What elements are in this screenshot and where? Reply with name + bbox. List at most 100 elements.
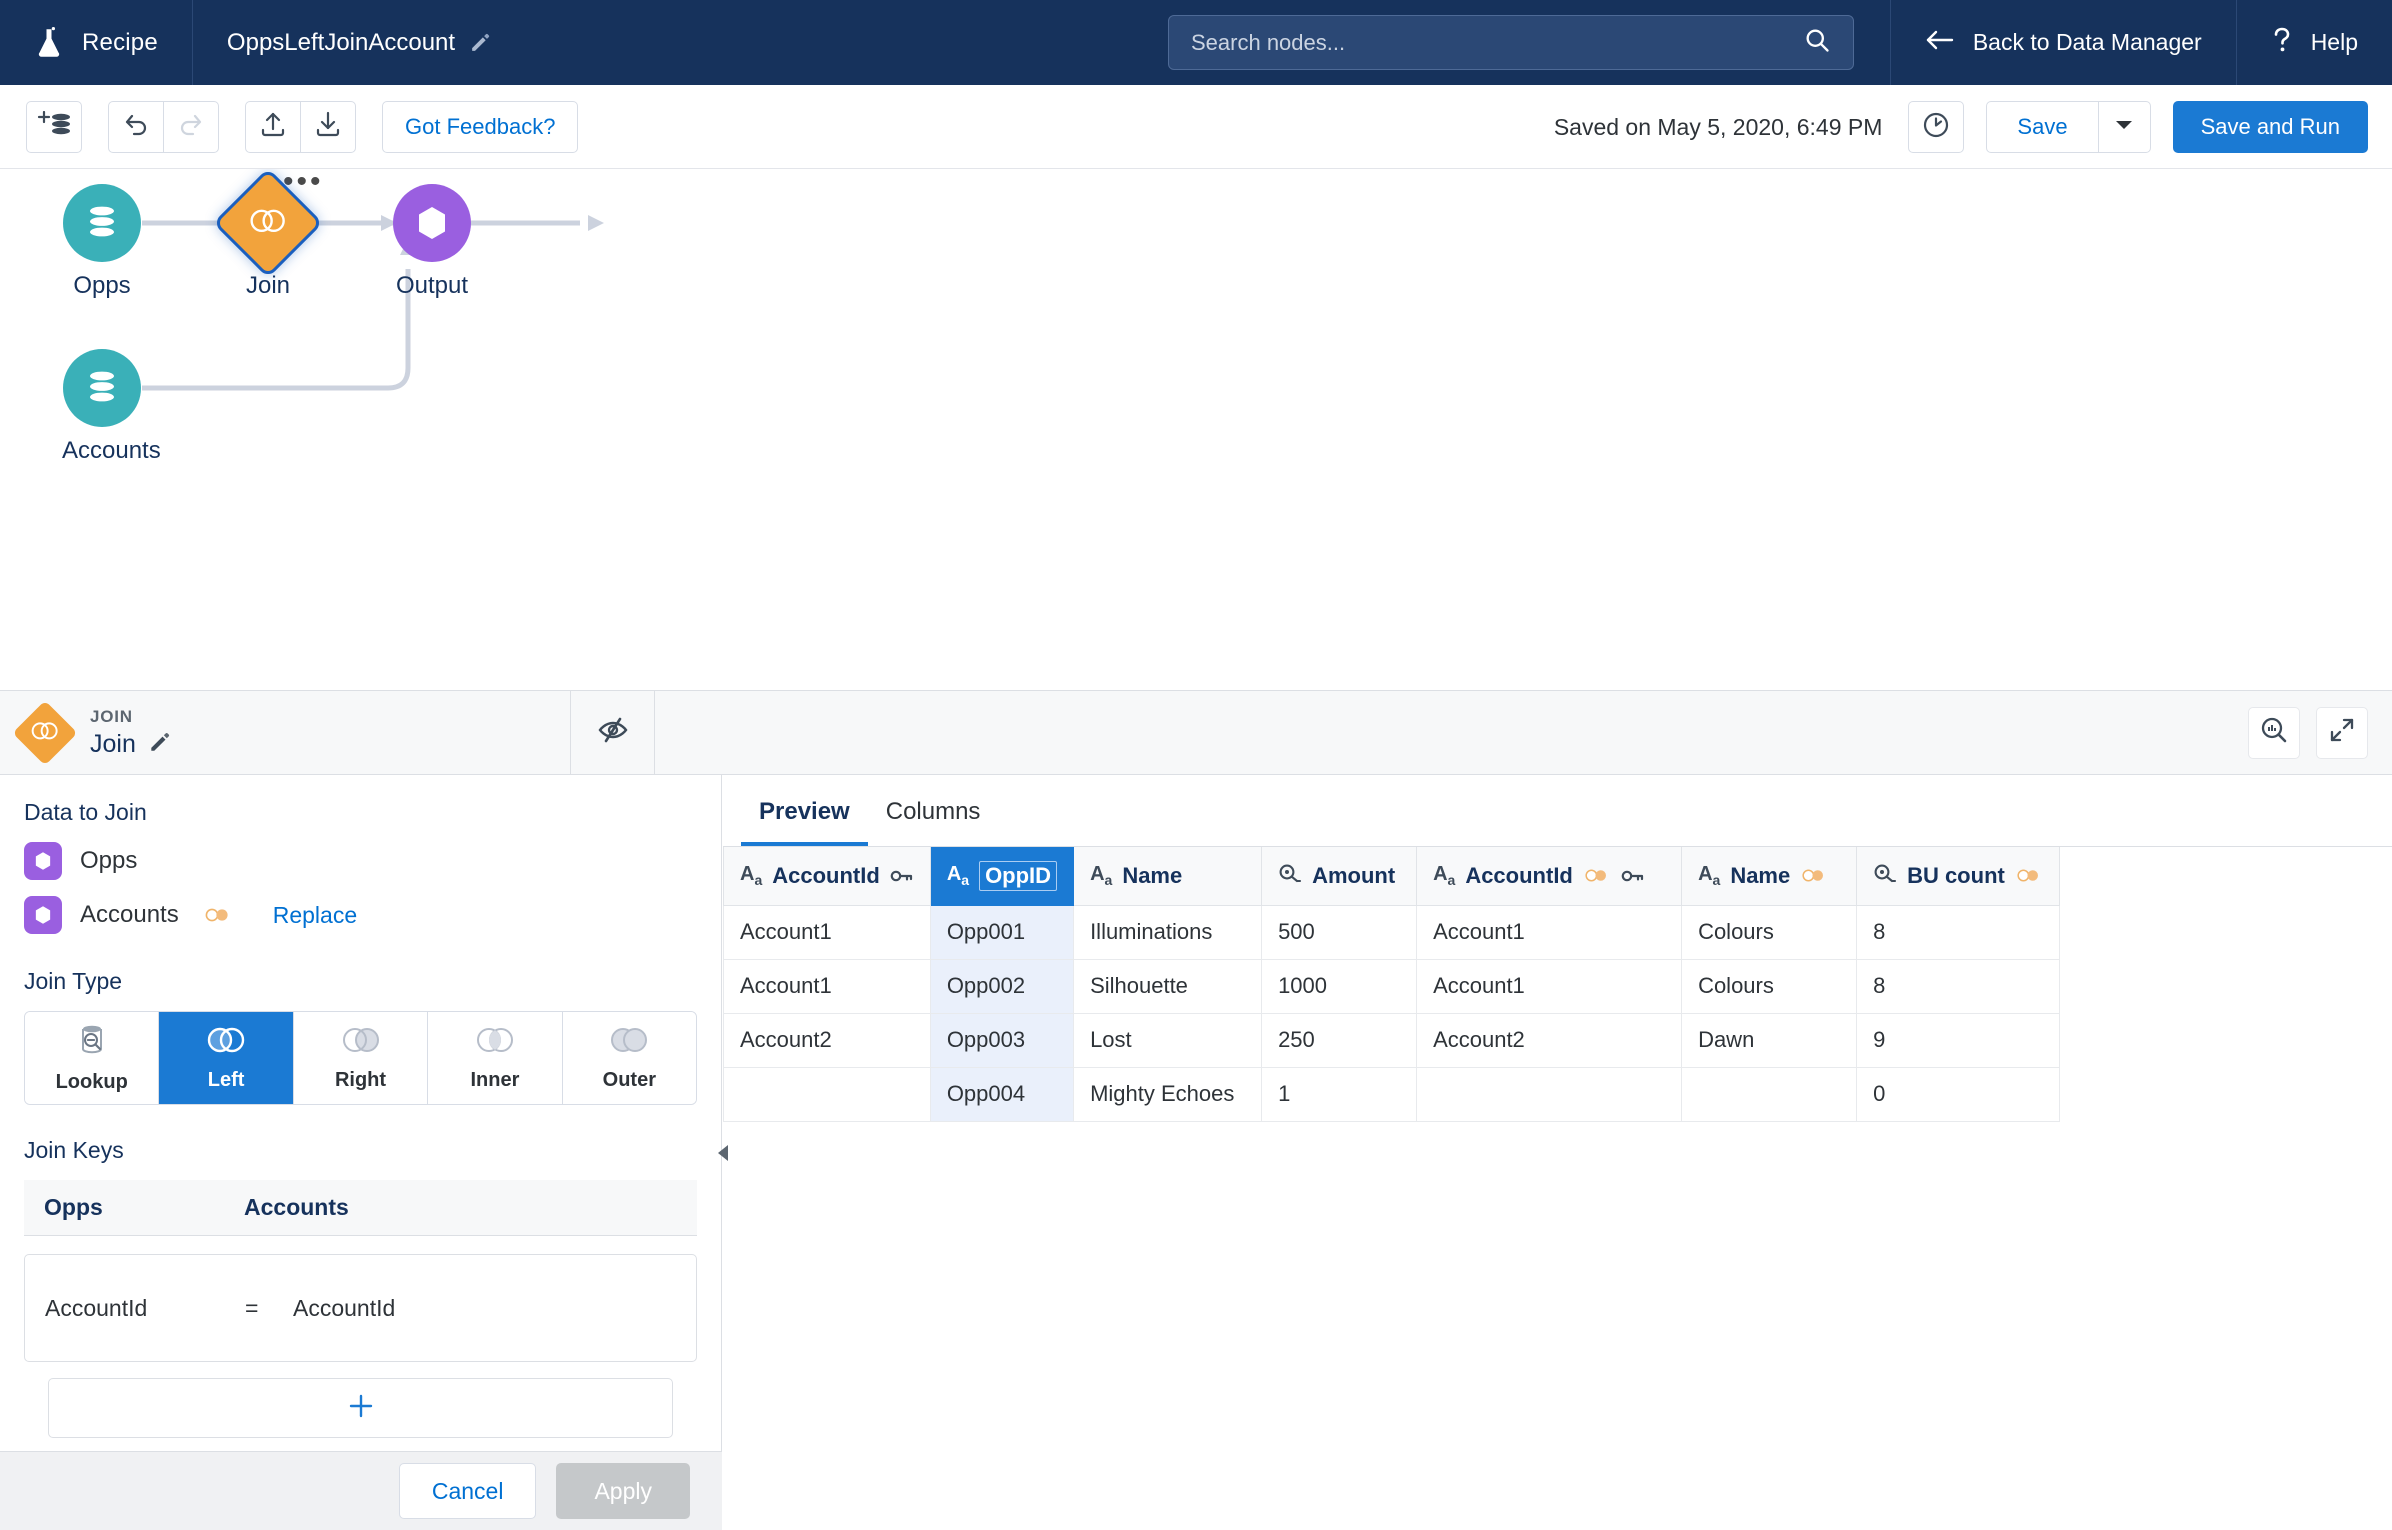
text-type-icon: Aa: [1090, 863, 1113, 889]
node-identity-group: JOIN Join: [0, 690, 570, 775]
schedule-button[interactable]: [1908, 101, 1965, 153]
back-to-data-manager-button[interactable]: Back to Data Manager: [1889, 0, 2236, 85]
column-header-label: Amount: [1312, 862, 1396, 888]
join-key-right-field[interactable]: AccountId: [293, 1295, 395, 1322]
cell: 1000: [1261, 958, 1418, 1014]
graph-node-label: Opps: [73, 272, 131, 299]
join-icon: [12, 699, 78, 766]
text-type-icon: Aa: [1698, 863, 1721, 889]
cell: 500: [1261, 904, 1418, 960]
recipe-graph-canvas[interactable]: Opps ••• Join Output Accounts: [0, 169, 2392, 690]
search-icon[interactable]: [1803, 26, 1853, 59]
join-type-right[interactable]: Right: [293, 1012, 429, 1104]
tab-preview[interactable]: Preview: [741, 798, 868, 846]
left-join-icon: [204, 1025, 248, 1060]
column-header-name-right[interactable]: Aa Name: [1681, 847, 1858, 906]
join-keys-header-row: Opps Accounts: [24, 1180, 697, 1236]
add-join-key-button[interactable]: [48, 1378, 673, 1438]
column-header-label: AccountId: [1465, 862, 1573, 888]
key-icon: [890, 863, 914, 889]
join-key-row[interactable]: AccountId = AccountId: [24, 1254, 697, 1362]
cancel-button[interactable]: Cancel: [398, 1463, 537, 1519]
join-type-label-text: Inner: [470, 1068, 520, 1091]
data-source-name: Accounts: [80, 901, 179, 928]
add-dataset-icon: [36, 110, 72, 142]
text-type-icon: Aa: [740, 863, 763, 889]
data-source-row-opps[interactable]: Opps: [0, 826, 721, 880]
clock-icon: [1922, 111, 1950, 144]
expand-icon: [2328, 716, 2356, 749]
recipe-home-button[interactable]: Recipe: [0, 0, 193, 85]
cell: [1681, 1066, 1858, 1122]
table-row[interactable]: Account1 Opp001 Illuminations 500 Accoun…: [723, 904, 2060, 960]
toggle-preview-button[interactable]: [570, 690, 655, 775]
column-header-accountid-right[interactable]: Aa AccountId: [1416, 847, 1683, 906]
upload-button[interactable]: [245, 100, 301, 153]
download-button[interactable]: [300, 100, 356, 153]
inspect-data-button[interactable]: [2248, 706, 2300, 759]
preview-header-row: Aa AccountId Aa OppID Aa Name Amount Aa …: [723, 847, 2060, 906]
join-type-label: Join Type: [24, 968, 123, 994]
graph-node-join[interactable]: Join: [212, 169, 324, 300]
graph-node-opps[interactable]: Opps: [62, 184, 142, 300]
apply-label: Apply: [594, 1477, 652, 1504]
column-header-bu-count[interactable]: BU count: [1856, 847, 2060, 906]
venn-icon: [248, 208, 288, 239]
table-row[interactable]: Account1 Opp002 Silhouette 1000 Account1…: [723, 958, 2060, 1014]
collapse-panel-handle[interactable]: [714, 1135, 732, 1175]
join-icon: [212, 169, 324, 279]
got-feedback-button[interactable]: Got Feedback?: [382, 100, 579, 153]
graph-node-label: Accounts: [62, 437, 161, 464]
data-source-row-accounts[interactable]: Accounts Replace: [0, 880, 721, 934]
add-dataset-button[interactable]: [26, 100, 82, 153]
search-nodes-box[interactable]: [1168, 15, 1854, 70]
cell: Mighty Echoes: [1073, 1066, 1263, 1122]
column-header-accountid-left[interactable]: Aa AccountId: [723, 847, 931, 906]
column-header-amount[interactable]: Amount: [1261, 847, 1418, 906]
join-type-label-text: Right: [334, 1068, 387, 1091]
save-and-run-button[interactable]: Save and Run: [2172, 101, 2368, 153]
recipe-title-group[interactable]: OppsLeftJoinAccount: [193, 0, 524, 85]
save-button[interactable]: Save: [1986, 101, 2099, 153]
join-badge-icon: [1800, 863, 1828, 889]
join-type-left[interactable]: Left: [159, 1012, 294, 1104]
dataset-icon: [24, 896, 62, 934]
pencil-icon[interactable]: [469, 32, 490, 53]
join-type-lookup[interactable]: Lookup: [25, 1012, 160, 1104]
table-row[interactable]: Account2 Opp003 Lost 250 Account2 Dawn 9: [723, 1012, 2060, 1068]
help-button[interactable]: Help: [2235, 0, 2392, 85]
table-row[interactable]: Opp004 Mighty Echoes 1 0: [723, 1066, 2060, 1122]
graph-node-output[interactable]: Output: [392, 184, 472, 300]
search-input[interactable]: [1169, 29, 1803, 56]
flask-icon: [34, 26, 64, 60]
tab-columns[interactable]: Columns: [868, 798, 999, 846]
join-type-outer[interactable]: Outer: [562, 1012, 696, 1104]
join-type-label-text: Lookup: [55, 1070, 128, 1093]
top-navigation-bar: Recipe OppsLeftJoinAccount Search nodes.…: [0, 0, 2392, 85]
save-options-button[interactable]: [2098, 101, 2151, 153]
cell: 8: [1856, 904, 2060, 960]
apply-button[interactable]: Apply: [556, 1463, 690, 1519]
join-key-left-field[interactable]: AccountId: [25, 1295, 245, 1322]
saved-timestamp: Saved on May 5, 2020, 6:49 PM: [1553, 113, 1883, 140]
cell: [1416, 1066, 1683, 1122]
join-type-inner[interactable]: Inner: [428, 1012, 563, 1104]
undo-button[interactable]: [108, 100, 164, 153]
join-type-label-text: Left: [207, 1068, 245, 1091]
import-export-group: [245, 100, 356, 153]
expand-panel-button[interactable]: [2316, 706, 2368, 759]
node-name-label: Join: [90, 729, 136, 758]
tab-preview-label: Preview: [759, 798, 850, 825]
add-data-group: [26, 100, 82, 153]
column-header-name-left[interactable]: Aa Name: [1073, 847, 1263, 906]
cell: Colours: [1681, 958, 1858, 1014]
redo-button[interactable]: [163, 100, 219, 153]
pencil-icon[interactable]: [148, 731, 170, 758]
toolbar-right-group: Saved on May 5, 2020, 6:49 PM Save Save …: [1554, 85, 2368, 169]
join-keys-header-left: Opps: [44, 1194, 103, 1220]
column-header-oppid[interactable]: Aa OppID: [929, 847, 1075, 906]
join-type-selector: Lookup Left Right Inner Outer: [24, 1011, 697, 1105]
replace-source-link[interactable]: Replace: [273, 902, 357, 929]
graph-node-accounts[interactable]: Accounts: [62, 349, 161, 465]
graph-node-label: Join: [245, 272, 291, 299]
